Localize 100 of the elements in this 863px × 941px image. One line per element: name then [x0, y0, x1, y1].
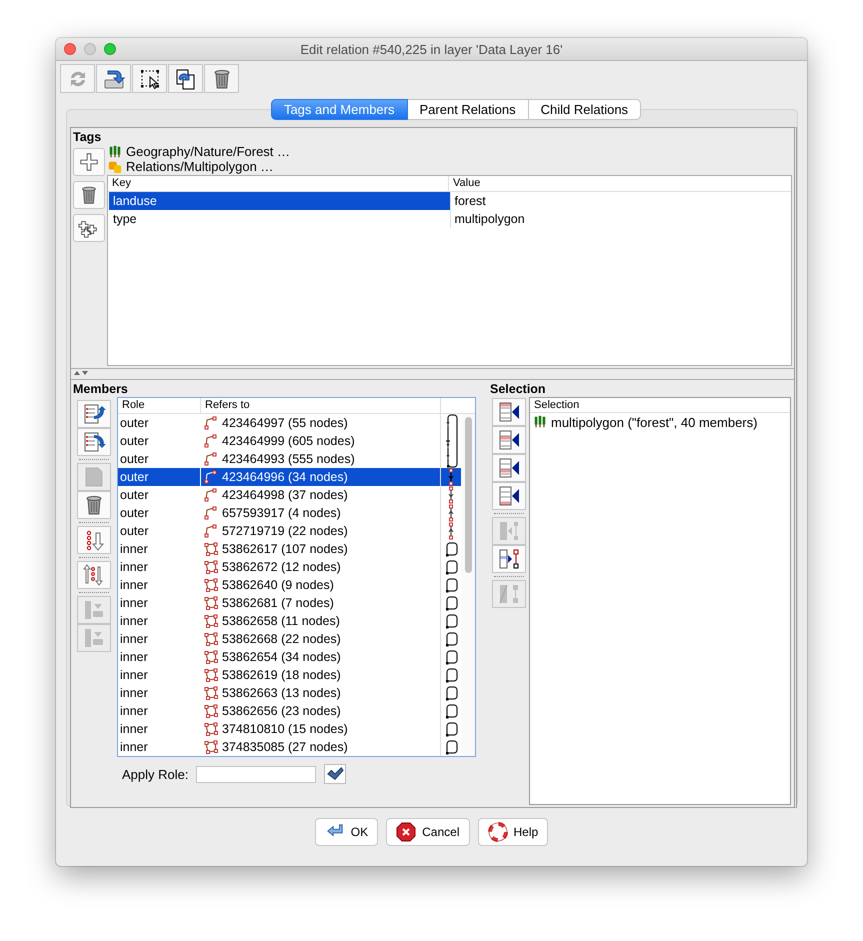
member-row[interactable]: inner 53862640 (9 nodes) — [118, 576, 461, 594]
role-cell: inner — [118, 720, 201, 738]
member-row[interactable]: outer 657593917 (4 nodes) — [118, 504, 461, 522]
role-cell: outer — [118, 522, 201, 540]
member-row[interactable]: outer 572719719 (22 nodes) — [118, 522, 461, 540]
member-reference: 423464997 (55 nodes) — [222, 415, 348, 432]
member-row[interactable]: inner 53862681 (7 nodes) — [118, 594, 461, 612]
member-reference: 423464999 (605 nodes) — [222, 433, 355, 450]
reverse-button[interactable] — [77, 561, 111, 589]
plus-icon — [78, 151, 100, 173]
role-cell: outer — [118, 414, 201, 432]
insert-icon — [82, 626, 106, 650]
tab[interactable]: Parent Relations — [408, 99, 529, 120]
closed-ring-icon — [444, 540, 458, 558]
link-start-icon — [444, 414, 458, 432]
member-row[interactable]: outer 423464999 (605 nodes) — [118, 432, 461, 450]
delete-button[interactable] — [204, 64, 239, 93]
member-row[interactable]: outer 423464996 (34 nodes) — [118, 468, 461, 486]
close-button[interactable] — [64, 43, 76, 55]
column-header[interactable]: Value — [449, 176, 791, 191]
role-cell: outer — [118, 504, 201, 522]
closed-ring-icon — [444, 594, 458, 612]
member-reference: 374835085 (27 nodes) — [222, 739, 348, 756]
closed-way-icon — [204, 686, 218, 700]
help-button[interactable]: Help — [478, 818, 548, 846]
member-row[interactable]: inner 53862619 (18 nodes) — [118, 666, 461, 684]
table-arrow-icon — [496, 400, 520, 424]
column-header[interactable]: Key — [108, 176, 449, 191]
closed-ring-icon — [444, 630, 458, 648]
add-last-button[interactable] — [492, 482, 526, 510]
role-cell: inner — [118, 630, 201, 648]
closed-way-icon — [204, 542, 218, 556]
closed-ring-icon — [444, 576, 458, 594]
closed-way-icon — [204, 614, 218, 628]
member-row[interactable]: inner 53862663 (13 nodes) — [118, 684, 461, 702]
member-row[interactable]: inner 53862617 (107 nodes) — [118, 540, 461, 558]
add-first-button[interactable] — [492, 398, 526, 426]
role-cell: inner — [118, 594, 201, 612]
table-nodes-icon — [496, 582, 520, 606]
closed-ring-icon — [444, 720, 458, 738]
scrollbar[interactable] — [461, 414, 475, 756]
member-row[interactable]: inner 53862654 (34 nodes) — [118, 648, 461, 666]
closed-way-icon — [204, 650, 218, 664]
ok-button[interactable]: OK — [314, 818, 378, 846]
add-before-selected-button[interactable] — [492, 426, 526, 454]
paste-tags-button[interactable] — [73, 214, 105, 242]
delete-tag-button[interactable] — [73, 181, 105, 209]
sort-button[interactable] — [77, 526, 111, 554]
cancel-icon — [396, 822, 416, 842]
member-reference: 423464998 (37 nodes) — [222, 487, 348, 504]
save-button[interactable] — [96, 64, 131, 93]
add-after-selected-button[interactable] — [492, 454, 526, 482]
section-title: Members — [72, 381, 129, 396]
collapse-arrows-icon[interactable] — [73, 370, 89, 376]
tag-key-cell[interactable]: type — [109, 210, 450, 228]
apply-role-button[interactable] — [324, 764, 346, 784]
tag-value-cell[interactable]: multipolygon — [450, 210, 791, 228]
member-reference: 572719719 (22 nodes) — [222, 523, 348, 540]
closed-ring-icon — [444, 666, 458, 684]
tab[interactable]: Child Relations — [528, 99, 642, 120]
cancel-button[interactable]: Cancel — [386, 818, 470, 846]
closed-way-icon — [204, 740, 218, 754]
role-cell: outer — [118, 432, 201, 450]
tag-key-cell[interactable]: landuse — [109, 192, 450, 210]
role-cell: inner — [118, 558, 201, 576]
column-header[interactable]: Refers to — [201, 398, 441, 413]
role-cell: outer — [118, 468, 201, 486]
closed-ring-icon — [444, 702, 458, 720]
preset-link[interactable]: Geography/Nature/Forest … — [126, 144, 290, 159]
preset-link[interactable]: Relations/Multipolygon … — [126, 159, 274, 174]
member-reference: 53862658 (11 nodes) — [222, 613, 340, 630]
move-down-button[interactable] — [77, 428, 111, 456]
role-input[interactable] — [196, 766, 316, 782]
table-arrow-icon — [496, 484, 520, 508]
column-header[interactable]: Role — [118, 398, 201, 413]
member-reference: 53862640 (9 nodes) — [222, 577, 334, 594]
selection-item[interactable]: multipolygon ("forest", 40 members) — [551, 414, 758, 430]
table-nodes-icon — [496, 547, 520, 571]
closed-way-icon — [204, 596, 218, 610]
closed-ring-icon — [444, 684, 458, 702]
member-reference: 53862668 (22 nodes) — [222, 631, 341, 648]
closed-way-icon — [204, 560, 218, 574]
column-header[interactable]: Selection — [530, 398, 790, 413]
role-cell: inner — [118, 648, 201, 666]
member-row[interactable]: inner 374810810 (15 nodes) — [118, 720, 461, 738]
tag-value-cell[interactable]: forest — [450, 192, 791, 210]
member-row[interactable]: inner 374835085 (27 nodes) — [118, 738, 461, 756]
delete-member-button[interactable] — [77, 491, 111, 519]
role-cell: inner — [118, 684, 201, 702]
add-tag-button[interactable] — [73, 148, 105, 176]
copy-button[interactable] — [168, 64, 203, 93]
select-in-list-button[interactable] — [492, 545, 526, 573]
move-up-button[interactable] — [77, 400, 111, 428]
member-row[interactable]: inner 53862672 (12 nodes) — [118, 558, 461, 576]
select-button[interactable] — [132, 64, 167, 93]
member-row[interactable]: inner 53862668 (22 nodes) — [118, 630, 461, 648]
member-row[interactable]: outer 423464997 (55 nodes) — [118, 414, 461, 432]
member-row[interactable]: inner 53862656 (23 nodes) — [118, 702, 461, 720]
member-row[interactable]: inner 53862658 (11 nodes) — [118, 612, 461, 630]
member-row[interactable]: outer 423464998 (37 nodes) — [118, 486, 461, 504]
